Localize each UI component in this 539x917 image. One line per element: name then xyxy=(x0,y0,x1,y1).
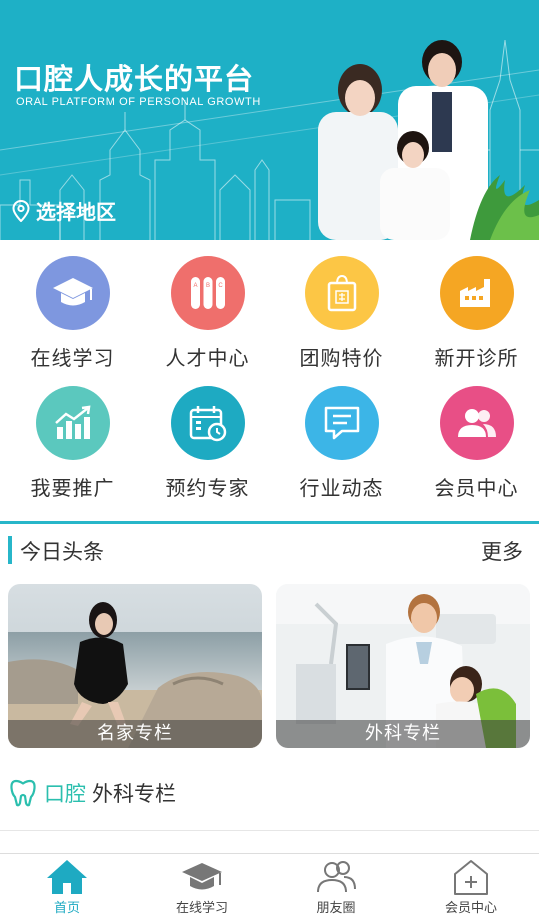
tab-friends[interactable]: 朋友圈 xyxy=(269,854,403,917)
friends-icon xyxy=(317,861,356,893)
grid-item-online-learning[interactable]: 在线学习 xyxy=(5,250,140,375)
grid-label: 预约专家 xyxy=(165,476,250,500)
calendar-clock-icon xyxy=(170,386,245,460)
tab-home[interactable]: 首页 xyxy=(0,854,134,917)
card-famous-column[interactable]: 名家专栏 xyxy=(8,584,262,748)
member-center-icon xyxy=(454,860,488,895)
doctors-illustration xyxy=(318,40,539,240)
abc-bars-icon: A B C xyxy=(170,256,245,330)
grid-label: 团购特价 xyxy=(299,346,384,370)
tab-label: 会员中心 xyxy=(444,901,497,916)
home-icon xyxy=(47,860,87,894)
section-divider xyxy=(0,521,539,524)
grid-item-industry-news[interactable]: 行业动态 xyxy=(274,380,409,505)
card-surgery-column[interactable]: 外科专栏 xyxy=(276,584,530,748)
grid-label: 会员中心 xyxy=(434,476,519,500)
banner-title: 口腔人成长的平台 xyxy=(14,62,255,96)
grid-item-book-expert[interactable]: 预约专家 xyxy=(140,380,275,505)
top-banner[interactable]: 口腔人成长的平台 ORAL PLATFORM OF PERSONAL GROWT… xyxy=(0,0,539,240)
graduation-cap-icon xyxy=(182,863,222,890)
location-pin-icon xyxy=(12,199,30,222)
grid-item-promotion[interactable]: 我要推广 xyxy=(5,380,140,505)
bottom-tab-bar: 首页 在线学习 朋友圈 会员中心 xyxy=(0,853,539,917)
region-label: 选择地区 xyxy=(36,200,116,224)
grid-label: 我要推广 xyxy=(30,476,115,500)
select-region-button[interactable]: 选择地区 xyxy=(12,196,116,225)
grid-label: 在线学习 xyxy=(30,346,115,370)
more-link[interactable]: 更多 xyxy=(481,536,523,566)
dental-label-part2: 外科专栏 xyxy=(92,782,176,806)
message-icon xyxy=(304,386,379,460)
tooth-icon xyxy=(10,779,36,807)
factory-icon xyxy=(439,256,514,330)
headlines-header: 今日头条 更多 xyxy=(0,532,539,568)
banner-subtitle: ORAL PLATFORM OF PERSONAL GROWTH xyxy=(16,96,261,108)
graduation-cap-icon xyxy=(35,256,110,330)
dental-section-header[interactable]: 口腔 外科专栏 xyxy=(10,778,176,808)
grid-label: 新开诊所 xyxy=(434,346,519,370)
grid-item-talent-center[interactable]: A B C 人才中心 xyxy=(140,250,275,375)
growth-chart-icon xyxy=(35,386,110,460)
members-icon xyxy=(439,386,514,460)
tab-label: 在线学习 xyxy=(175,901,228,916)
svg-text:B: B xyxy=(205,283,209,289)
tab-member-center[interactable]: 会员中心 xyxy=(404,854,538,917)
grid-item-group-buy[interactable]: 团购特价 xyxy=(274,250,409,375)
grid-label: 人才中心 xyxy=(165,346,250,370)
tab-label: 首页 xyxy=(53,901,80,916)
tab-label: 朋友圈 xyxy=(316,901,356,916)
grid-label: 行业动态 xyxy=(299,476,384,500)
shopping-bag-icon xyxy=(304,256,379,330)
svg-text:A: A xyxy=(193,283,197,289)
card-caption: 名家专栏 xyxy=(8,720,262,748)
dental-label-part1: 口腔 xyxy=(44,782,86,806)
card-caption: 外科专栏 xyxy=(276,720,530,748)
content-divider xyxy=(0,830,539,831)
svg-text:C: C xyxy=(218,283,223,289)
grid-item-member-center[interactable]: 会员中心 xyxy=(409,380,539,505)
tab-online-learning[interactable]: 在线学习 xyxy=(135,854,269,917)
headlines-title: 今日头条 xyxy=(20,540,104,564)
grid-item-new-clinic[interactable]: 新开诊所 xyxy=(409,250,539,375)
section-accent-bar xyxy=(8,536,12,564)
